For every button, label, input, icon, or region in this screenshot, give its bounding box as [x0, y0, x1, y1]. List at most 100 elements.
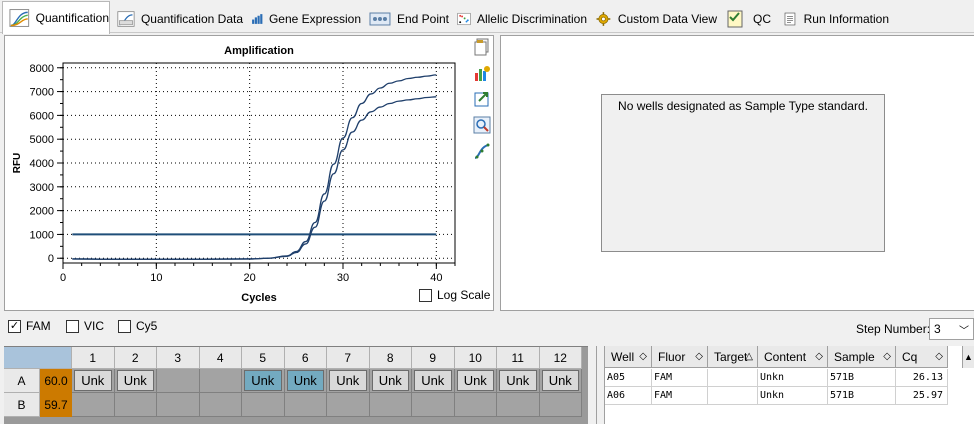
zoom-icon[interactable]	[473, 116, 491, 134]
results-cell[interactable]: 571B	[828, 387, 896, 405]
tab-qc[interactable]: QC	[718, 4, 776, 33]
plate-column-header[interactable]: 10	[454, 347, 497, 369]
fluor-cy5-toggle[interactable]: Cy5	[118, 319, 157, 333]
results-column-header[interactable]: Content ◇	[758, 346, 828, 368]
log-scale-toggle[interactable]: Log Scale	[419, 288, 490, 302]
plate-well[interactable]	[242, 393, 285, 417]
results-cell[interactable]: FAM	[652, 387, 708, 405]
plate-column-header[interactable]: 6	[284, 347, 327, 369]
plate-column-header[interactable]: 4	[199, 347, 242, 369]
column-header-label: Target	[714, 350, 748, 364]
scroll-up-icon[interactable]: ▲	[962, 346, 974, 368]
well-content-button[interactable]: Unk	[244, 370, 282, 391]
tab-label: Quantification	[35, 11, 109, 25]
well-content-button[interactable]: Unk	[371, 370, 409, 391]
plate-well[interactable]	[539, 393, 582, 417]
step-number-value: 3	[934, 322, 941, 336]
tab-end-point[interactable]: End Point	[362, 4, 450, 33]
results-column-header[interactable]: Well ◇	[605, 346, 652, 368]
plate-column-header[interactable]: 11	[497, 347, 540, 369]
plate-well[interactable]	[497, 393, 540, 417]
plate-column-header[interactable]: 3	[157, 347, 200, 369]
tab-allelic-discrimination[interactable]: Allelic Discrimination	[450, 4, 588, 33]
well-content-button[interactable]: Unk	[499, 370, 537, 391]
results-cell[interactable]: 571B	[828, 369, 896, 387]
results-cell[interactable]: A05	[605, 369, 652, 387]
plate-well[interactable]	[454, 393, 497, 417]
results-cell[interactable]	[708, 369, 758, 387]
curve-tool-icon[interactable]	[473, 142, 491, 160]
fluor-label: FAM	[26, 319, 51, 333]
tab-gene-expression[interactable]: Gene Expression	[244, 4, 362, 33]
plate-column-header[interactable]: 8	[369, 347, 412, 369]
plate-corner[interactable]	[4, 347, 72, 369]
results-cell[interactable]: Unkn	[758, 387, 828, 405]
qc-checklist-icon	[727, 10, 743, 28]
export-icon[interactable]	[473, 90, 491, 108]
well-content-button[interactable]: Unk	[541, 370, 579, 391]
plate-column-header[interactable]: 2	[114, 347, 157, 369]
tab-custom-data-view[interactable]: Custom Data View	[588, 4, 718, 33]
results-column-header[interactable]: Sample ◇	[828, 346, 896, 368]
tab-label: Allelic Discrimination	[476, 12, 587, 26]
plate-row-header[interactable]: A	[4, 369, 40, 393]
tab-quantification[interactable]: Quantification	[2, 1, 110, 34]
log-scale-checkbox[interactable]	[419, 288, 432, 302]
tab-label: Run Information	[803, 12, 889, 26]
well-content-button[interactable]: Unk	[456, 370, 494, 391]
fluor-vic-checkbox[interactable]	[66, 319, 79, 333]
plate-well[interactable]	[327, 393, 370, 417]
well-content-button[interactable]: Unk	[74, 370, 112, 391]
fluor-fam-toggle[interactable]: ✓ FAM	[8, 319, 51, 333]
y-tick-label: 5000	[30, 134, 54, 146]
results-cell[interactable]: 25.97	[896, 387, 948, 405]
plate-well[interactable]	[369, 393, 412, 417]
fluor-cy5-checkbox[interactable]	[118, 319, 131, 333]
column-header-label: Cq	[902, 350, 918, 364]
plate-column-header[interactable]: 7	[327, 347, 370, 369]
results-cell[interactable]: FAM	[652, 369, 708, 387]
quantification-data-icon	[117, 11, 135, 27]
chart-options-icon[interactable]	[473, 64, 491, 82]
plate-row-header[interactable]: B	[4, 393, 40, 417]
plate-well[interactable]	[199, 369, 242, 393]
plate-column-header[interactable]: 12	[539, 347, 582, 369]
tab-label: End Point	[396, 12, 449, 26]
amplification-chart[interactable]: 0 10 20 30 40 0 1000 2000 3000 4000 5000 6000 7000 80…	[5, 36, 465, 312]
standard-curve-pane: No wells designated as Sample Type stand…	[500, 35, 974, 311]
results-cell[interactable]	[708, 387, 758, 405]
well-content-button[interactable]: Unk	[286, 370, 324, 391]
well-content-button[interactable]: Unk	[116, 370, 154, 391]
plate-well[interactable]	[199, 393, 242, 417]
results-column-header[interactable]: Fluor ◇	[652, 346, 708, 368]
well-content-button[interactable]: Unk	[329, 370, 367, 391]
step-number-select[interactable]: 3 ﹀	[929, 318, 974, 340]
copy-icon[interactable]	[473, 38, 491, 56]
plate-well[interactable]	[284, 393, 327, 417]
results-cell[interactable]: A06	[605, 387, 652, 405]
results-column-header[interactable]: Target △	[708, 346, 758, 368]
fluor-label: VIC	[84, 319, 105, 333]
plate-column-header[interactable]: 1	[72, 347, 115, 369]
well-content-button[interactable]: Unk	[414, 370, 452, 391]
plate-well[interactable]	[412, 393, 455, 417]
fluor-fam-checkbox[interactable]: ✓	[8, 319, 21, 333]
plate-column-header[interactable]: 5	[242, 347, 285, 369]
log-scale-label: Log Scale	[437, 288, 491, 302]
results-cell[interactable]: 26.13	[896, 369, 948, 387]
chevron-down-icon: ﹀	[959, 326, 969, 337]
tab-run-information[interactable]: Run Information	[776, 4, 890, 33]
plate-well[interactable]	[114, 393, 157, 417]
y-tick-label: 1000	[30, 229, 54, 241]
plate-well[interactable]	[72, 393, 115, 417]
results-cell[interactable]: Unkn	[758, 369, 828, 387]
plate-column-header[interactable]: 9	[412, 347, 455, 369]
sort-icon: ◇	[695, 351, 703, 362]
plate-well[interactable]	[157, 369, 200, 393]
tab-quantification-data[interactable]: Quantification Data	[110, 4, 244, 33]
fluor-vic-toggle[interactable]: VIC	[66, 319, 104, 333]
results-column-header[interactable]: Cq ◇	[896, 346, 948, 368]
tab-bar: Quantification Quantification Data Gene …	[0, 0, 974, 34]
plate-well[interactable]	[157, 393, 200, 417]
fluor-label: Cy5	[136, 319, 158, 333]
